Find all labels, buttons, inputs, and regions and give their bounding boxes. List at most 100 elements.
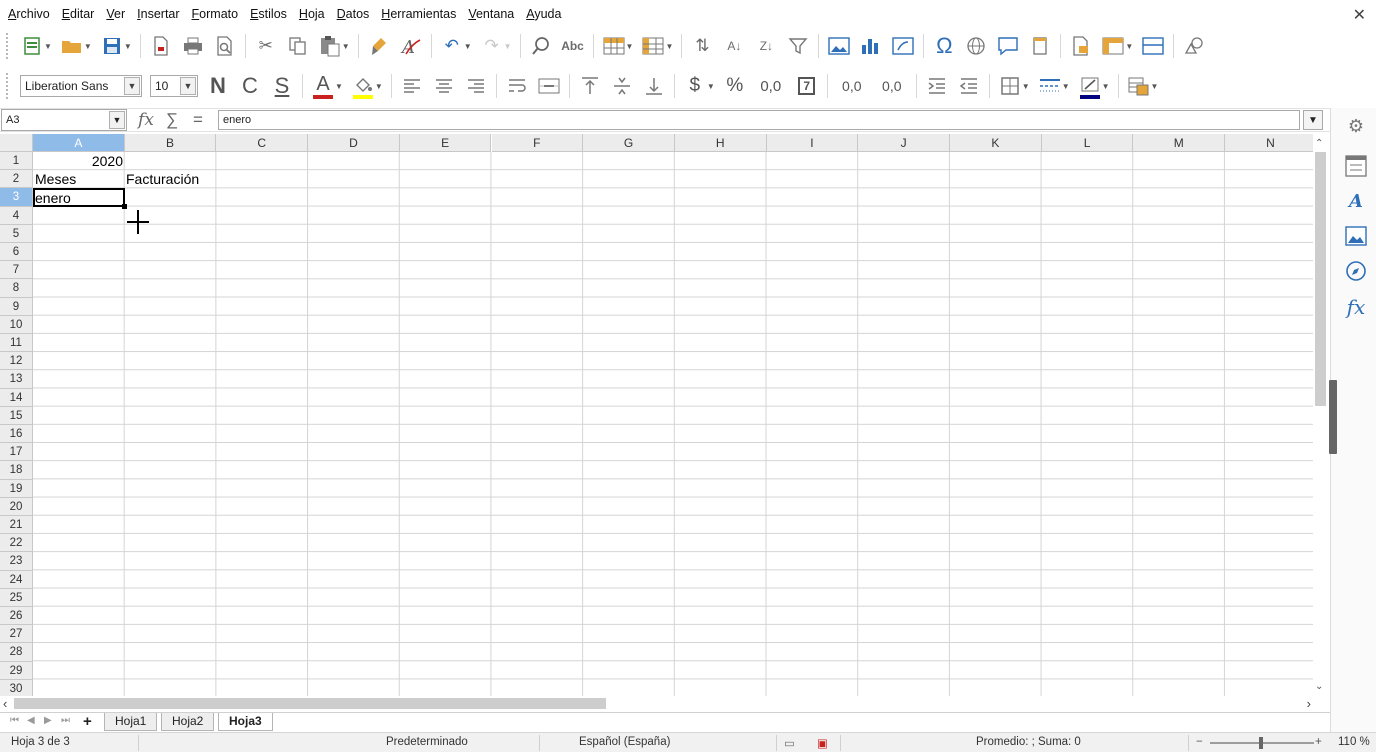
image-icon[interactable] <box>826 33 852 59</box>
column-header-l[interactable]: L <box>1041 134 1134 152</box>
row-header-4[interactable]: 4 <box>0 206 33 225</box>
column-icon[interactable] <box>640 33 666 59</box>
menu-ayuda[interactable]: Ayuda <box>522 7 569 21</box>
cut-icon[interactable]: ✂ <box>253 33 279 59</box>
paste-icon[interactable] <box>317 33 343 59</box>
row-header-20[interactable]: 20 <box>0 497 33 516</box>
sort-icon[interactable]: ⇅ <box>689 33 715 59</box>
sort-ascending-icon[interactable]: A↓ <box>721 33 747 59</box>
column-header-b[interactable]: B <box>124 134 217 152</box>
styles-icon[interactable]: A <box>1343 188 1369 214</box>
export-pdf-icon[interactable] <box>148 33 174 59</box>
currency-format-button[interactable]: $ <box>682 73 708 99</box>
redo-dropdown-icon[interactable]: ▼ <box>504 42 512 51</box>
row-icon[interactable] <box>601 33 627 59</box>
align-center-icon[interactable] <box>431 73 457 99</box>
status-language[interactable]: Español (España) <box>579 736 670 748</box>
border-style-dropdown-icon[interactable]: ▼ <box>1062 82 1070 91</box>
select-all-corner[interactable] <box>0 134 33 152</box>
row-header-23[interactable]: 23 <box>0 552 33 571</box>
column-header-i[interactable]: I <box>766 134 859 152</box>
font-color-button[interactable]: A <box>310 73 336 99</box>
formula-equals-icon[interactable]: = <box>185 110 211 130</box>
highlight-dropdown-icon[interactable]: ▼ <box>375 82 383 91</box>
menu-hoja[interactable]: Hoja <box>295 7 333 21</box>
status-summary[interactable]: Promedio: ; Suma: 0 <box>976 736 1081 748</box>
row-header-18[interactable]: 18 <box>0 461 33 480</box>
border-color-dropdown-icon[interactable]: ▼ <box>1102 82 1110 91</box>
align-bottom-icon[interactable] <box>641 73 667 99</box>
align-top-icon[interactable] <box>577 73 603 99</box>
row-header-2[interactable]: 2 <box>0 170 33 189</box>
cell-a1[interactable]: 2020 <box>33 152 125 170</box>
align-middle-icon[interactable] <box>609 73 635 99</box>
row-header-6[interactable]: 6 <box>0 243 33 262</box>
properties-icon[interactable] <box>1343 153 1369 179</box>
chevron-down-icon[interactable]: ▼ <box>180 77 196 95</box>
column-header-e[interactable]: E <box>399 134 492 152</box>
sheet-tab-hoja3[interactable]: Hoja3 <box>218 713 273 731</box>
conditional-format-icon[interactable] <box>1126 73 1152 99</box>
redo-icon[interactable]: ↷ <box>479 33 505 59</box>
menu-insertar[interactable]: Insertar <box>133 7 187 21</box>
gallery-icon[interactable] <box>1343 223 1369 249</box>
row-header-16[interactable]: 16 <box>0 425 33 444</box>
row-header-15[interactable]: 15 <box>0 406 33 425</box>
add-sheet-button[interactable]: + <box>83 713 92 730</box>
font-name-combobox[interactable]: Liberation Sans ▼ <box>20 75 142 97</box>
next-sheet-icon[interactable]: ▶ <box>44 715 52 726</box>
undo-icon[interactable]: ↶ <box>439 33 465 59</box>
scroll-right-icon[interactable]: › <box>1307 696 1311 711</box>
row-header-10[interactable]: 10 <box>0 315 33 334</box>
row-header-28[interactable]: 28 <box>0 643 33 662</box>
selection-mode-icon[interactable]: ▭ <box>784 736 795 750</box>
row-header-17[interactable]: 17 <box>0 443 33 462</box>
row-header-30[interactable]: 30 <box>0 679 33 696</box>
chevron-down-icon[interactable]: ▼ <box>124 77 140 95</box>
cell-b2[interactable]: Facturación <box>124 170 201 188</box>
column-header-d[interactable]: D <box>308 134 400 152</box>
add-decimal-button[interactable]: 0,0 <box>835 73 869 99</box>
row-header-9[interactable]: 9 <box>0 297 33 316</box>
functions-icon[interactable]: fx <box>1343 294 1369 320</box>
number-format-button[interactable]: 0,0 <box>754 73 788 99</box>
menu-ventana[interactable]: Ventana <box>464 7 522 21</box>
sidebar-collapse-handle[interactable] <box>1329 380 1337 454</box>
bold-button[interactable]: N <box>205 73 231 99</box>
italic-button[interactable]: C <box>237 73 263 99</box>
vertical-scrollbar[interactable]: ⌃ ⌄ <box>1313 134 1330 696</box>
cell-area[interactable]: 2020 Meses Facturación enero <box>33 152 1313 696</box>
row-header-12[interactable]: 12 <box>0 352 33 371</box>
menu-datos[interactable]: Datos <box>333 7 378 21</box>
merge-center-icon[interactable] <box>536 73 562 99</box>
align-right-icon[interactable] <box>463 73 489 99</box>
autofilter-icon[interactable] <box>785 33 811 59</box>
row-header-14[interactable]: 14 <box>0 388 33 407</box>
row-header-13[interactable]: 13 <box>0 370 33 389</box>
percent-format-button[interactable]: % <box>722 73 748 99</box>
row-dropdown-icon[interactable]: ▼ <box>626 42 634 51</box>
row-header-25[interactable]: 25 <box>0 588 33 607</box>
column-dropdown-icon[interactable]: ▼ <box>665 42 673 51</box>
row-header-29[interactable]: 29 <box>0 661 33 680</box>
font-color-dropdown-icon[interactable]: ▼ <box>335 82 343 91</box>
sum-icon[interactable]: ∑ <box>159 110 185 130</box>
formula-input[interactable]: enero <box>218 110 1300 130</box>
last-sheet-icon[interactable]: ⏭ <box>61 715 70 726</box>
document-modified-icon[interactable]: ▣ <box>817 736 828 750</box>
sheet-tab-hoja1[interactable]: Hoja1 <box>104 713 158 731</box>
cell-a2[interactable]: Meses <box>33 170 78 188</box>
pivot-table-icon[interactable] <box>890 33 916 59</box>
row-header-5[interactable]: 5 <box>0 224 33 243</box>
status-page-style[interactable]: Predeterminado <box>386 736 468 748</box>
autofill-handle[interactable] <box>122 204 127 209</box>
new-icon[interactable] <box>19 33 45 59</box>
menu-editar[interactable]: Editar <box>58 7 103 21</box>
zoom-slider-knob[interactable] <box>1259 737 1263 749</box>
comment-icon[interactable] <box>995 33 1021 59</box>
column-header-h[interactable]: H <box>674 134 767 152</box>
status-zoom-level[interactable]: 110 % <box>1338 736 1370 748</box>
function-wizard-icon[interactable]: fx <box>133 110 159 130</box>
underline-button[interactable]: S <box>269 73 295 99</box>
special-character-icon[interactable]: Ω <box>931 33 957 59</box>
